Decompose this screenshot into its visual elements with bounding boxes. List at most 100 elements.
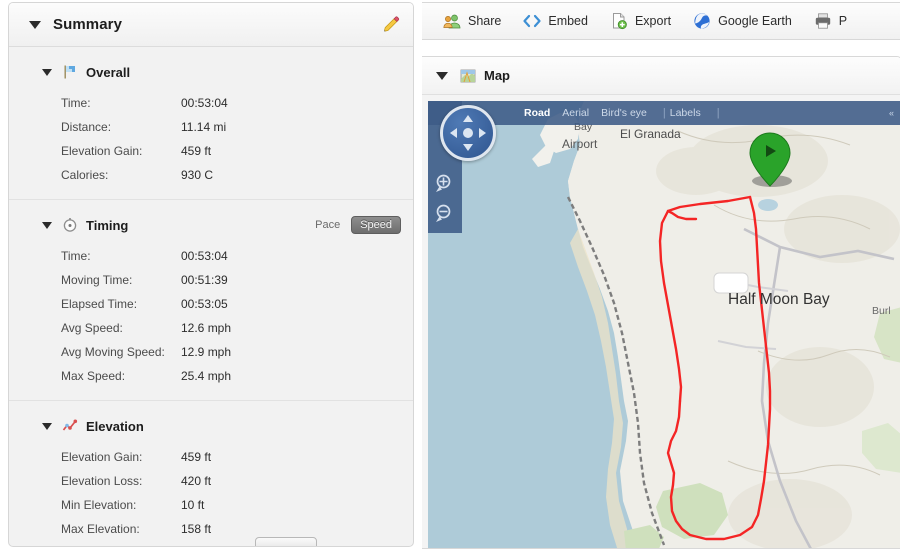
stat-row: Avg Speed: 12.6 mph bbox=[9, 316, 413, 340]
elevation-stats: Elevation Gain: 459 ft Elevation Loss: 4… bbox=[9, 443, 413, 546]
panel-collapse-handle[interactable] bbox=[255, 537, 317, 546]
map-mode-road[interactable]: Road bbox=[524, 107, 562, 119]
map-collapse-icon[interactable]: « bbox=[889, 108, 894, 118]
share-button[interactable]: Share bbox=[432, 8, 512, 34]
google-earth-button[interactable]: Google Earth bbox=[682, 8, 803, 34]
divider: | bbox=[662, 107, 666, 119]
stat-row: Min Elevation: 10 ft bbox=[9, 493, 413, 517]
stat-value: 158 ft bbox=[181, 522, 212, 536]
map-labels-toggle[interactable]: Labels bbox=[670, 107, 713, 119]
stat-row: Distance: 11.14 mi bbox=[9, 115, 413, 139]
stat-row: Elapsed Time: 00:53:05 bbox=[9, 292, 413, 316]
stat-value: 459 ft bbox=[181, 450, 212, 464]
stat-value: 420 ft bbox=[181, 474, 212, 488]
stat-value: 10 ft bbox=[181, 498, 205, 512]
section-title: Overall bbox=[86, 64, 131, 80]
overall-stats: Time: 00:53:04 Distance: 11.14 mi Elevat… bbox=[9, 89, 413, 195]
zoom-out-icon[interactable] bbox=[434, 203, 456, 225]
section-timing: Timing Pace Speed Time: 00:53:04 Moving … bbox=[9, 208, 413, 401]
chevron-down-icon[interactable] bbox=[42, 422, 52, 430]
stat-label: Avg Speed: bbox=[61, 321, 123, 335]
stat-value: 00:53:05 bbox=[181, 297, 228, 311]
share-label: Share bbox=[468, 14, 502, 28]
stat-row: Max Elevation: 158 ft bbox=[9, 517, 413, 541]
stat-row: Max Speed: 25.4 mph bbox=[9, 364, 413, 388]
pan-compass-control[interactable] bbox=[440, 105, 496, 161]
google-earth-label: Google Earth bbox=[718, 14, 792, 28]
chevron-down-icon[interactable] bbox=[42, 221, 52, 229]
stat-row: Time: 00:53:04 bbox=[9, 91, 413, 115]
stat-value: 11.14 mi bbox=[181, 120, 227, 134]
chevron-down-icon[interactable] bbox=[436, 71, 448, 80]
stat-row: Calories: 930 C bbox=[9, 163, 413, 187]
pace-speed-toggle[interactable]: Pace Speed bbox=[311, 216, 401, 234]
timing-stats: Time: 00:53:04 Moving Time: 00:51:39 Ela… bbox=[9, 242, 413, 396]
embed-label: Embed bbox=[548, 14, 588, 28]
stat-label: Elapsed Time: bbox=[61, 297, 138, 311]
page-title: Summary bbox=[53, 16, 123, 33]
chevron-down-icon[interactable] bbox=[29, 20, 41, 29]
stat-value: 00:53:04 bbox=[181, 96, 228, 110]
stat-value: 459 ft bbox=[181, 144, 212, 158]
stat-label: Avg Moving Speed: bbox=[61, 345, 165, 359]
export-page-icon bbox=[610, 12, 628, 30]
map-thumbnail-icon bbox=[460, 68, 484, 84]
summary-panel: Summary Overall Time: 00:53:04 Distance:… bbox=[8, 2, 414, 547]
share-person-icon bbox=[443, 12, 461, 30]
pace-toggle-option[interactable]: Pace bbox=[311, 217, 344, 233]
print-button[interactable]: P bbox=[803, 8, 858, 34]
stat-row: Moving Time: 00:51:39 bbox=[9, 268, 413, 292]
map-view-mode-bar: Road Aerial Bird's eye | Labels | « bbox=[428, 101, 900, 125]
map-graphic bbox=[428, 101, 900, 548]
export-label: Export bbox=[634, 14, 672, 28]
globe-icon bbox=[693, 12, 711, 30]
stat-row: Elevation Loss: 420 ft bbox=[9, 469, 413, 493]
map-canvas[interactable]: Bay Airport El Granada Half Moon Bay Bur… bbox=[428, 101, 900, 548]
stat-label: Calories: bbox=[61, 168, 109, 182]
stat-row: Elevation Gain: 459 ft bbox=[9, 139, 413, 163]
section-timing-header[interactable]: Timing Pace Speed bbox=[9, 208, 413, 242]
map-mode-birds-eye[interactable]: Bird's eye bbox=[601, 107, 659, 119]
stat-label: Moving Time: bbox=[61, 273, 133, 287]
stat-value: 930 C bbox=[181, 168, 214, 182]
elevation-chart-icon bbox=[62, 418, 86, 434]
print-label: P bbox=[838, 14, 848, 28]
section-title: Timing bbox=[86, 217, 129, 233]
activity-detail-page: Summary Overall Time: 00:53:04 Distance:… bbox=[0, 0, 900, 549]
flag-icon bbox=[62, 64, 86, 80]
pencil-icon[interactable] bbox=[381, 15, 401, 35]
section-elevation: Elevation Elevation Gain: 459 ft Elevati… bbox=[9, 409, 413, 546]
stat-value: 12.9 mph bbox=[181, 345, 232, 359]
stat-value: 00:53:04 bbox=[181, 249, 228, 263]
stat-label: Max Elevation: bbox=[61, 522, 140, 536]
stat-label: Time: bbox=[61, 96, 91, 110]
stat-label: Min Elevation: bbox=[61, 498, 137, 512]
stat-label: Distance: bbox=[61, 120, 112, 134]
stat-row: Time: 00:53:04 bbox=[9, 244, 413, 268]
stat-label: Max Speed: bbox=[61, 369, 126, 383]
code-brackets-icon bbox=[523, 12, 541, 30]
section-overall-header[interactable]: Overall bbox=[9, 55, 413, 89]
stat-value: 00:51:39 bbox=[181, 273, 228, 287]
speed-toggle-option[interactable]: Speed bbox=[351, 216, 401, 234]
action-toolbar: Share Embed Export Google Earth P bbox=[422, 2, 900, 40]
stat-label: Elevation Gain: bbox=[61, 144, 143, 158]
map-panel-header[interactable]: Map bbox=[422, 57, 900, 95]
printer-icon bbox=[814, 12, 832, 30]
chevron-down-icon[interactable] bbox=[42, 68, 52, 76]
divider: | bbox=[716, 107, 720, 119]
zoom-in-icon[interactable] bbox=[434, 173, 456, 195]
stat-label: Elevation Gain: bbox=[61, 450, 143, 464]
section-elevation-header[interactable]: Elevation bbox=[9, 409, 413, 443]
stat-label: Time: bbox=[61, 249, 91, 263]
embed-button[interactable]: Embed bbox=[512, 8, 599, 34]
map-panel-title: Map bbox=[484, 68, 510, 83]
stat-row: Avg Moving Speed: 12.9 mph bbox=[9, 340, 413, 364]
map-mode-aerial[interactable]: Aerial bbox=[562, 107, 601, 119]
section-title: Elevation bbox=[86, 418, 144, 434]
stat-value: 25.4 mph bbox=[181, 369, 232, 383]
export-button[interactable]: Export bbox=[599, 8, 682, 34]
stat-value: 12.6 mph bbox=[181, 321, 232, 335]
map-panel: Map Bay Airport El Granada Half Moon Bay… bbox=[422, 56, 900, 549]
summary-panel-header[interactable]: Summary bbox=[9, 3, 413, 47]
